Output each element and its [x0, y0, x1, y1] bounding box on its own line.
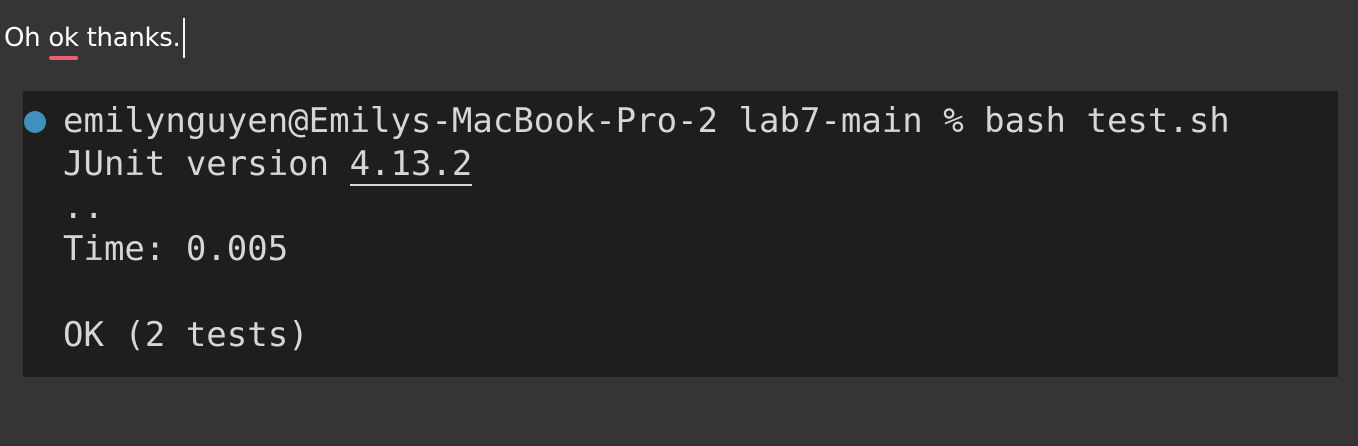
text-cursor — [182, 18, 185, 58]
terminal-junit-line: JUnit version 4.13.2 — [63, 143, 473, 186]
spellcheck-underline — [49, 56, 78, 60]
message-editor[interactable]: Oh ok thanks. emilynguyen@Emilys-MacBook… — [0, 0, 1358, 446]
message-text-after: thanks. — [78, 23, 181, 53]
terminal-time-line: Time: 0.005 — [63, 229, 289, 269]
terminal-prompt-line: emilynguyen@Emilys-MacBook-Pro-2 lab7-ma… — [63, 101, 1230, 141]
message-text[interactable]: Oh ok thanks. — [4, 18, 185, 62]
message-text-before: Oh — [4, 23, 49, 53]
terminal-junit-version: 4.13.2 — [349, 144, 473, 186]
terminal-junit-prefix: JUnit version — [63, 144, 350, 184]
terminal-screenshot-image: emilynguyen@Emilys-MacBook-Pro-2 lab7-ma… — [23, 91, 1338, 377]
misspelled-word-text: ok — [48, 23, 79, 53]
misspelled-word[interactable]: ok — [48, 18, 79, 60]
terminal-result-line: OK (2 tests) — [63, 315, 309, 355]
command-status-dot-icon — [24, 111, 46, 133]
terminal-progress-dots: .. — [63, 187, 104, 227]
